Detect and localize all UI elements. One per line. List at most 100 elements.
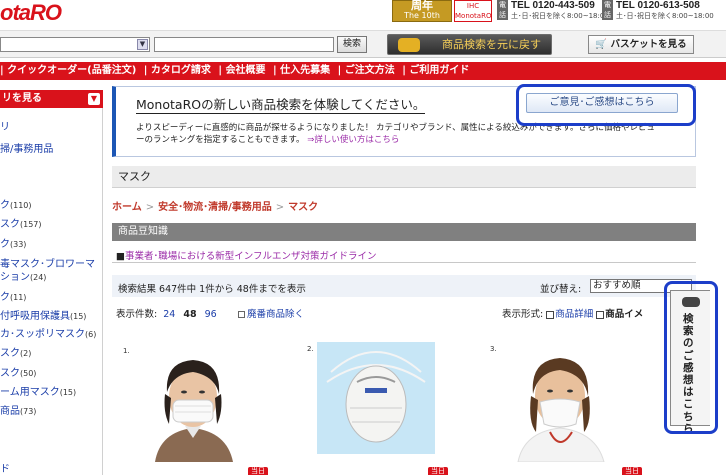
sidebar-item-count: (50) xyxy=(20,369,37,378)
revert-search-label: 商品検索を元に戻す xyxy=(442,38,541,51)
sidebar-item[interactable]: スク(50) xyxy=(0,364,36,379)
site-logo[interactable]: otaRO xyxy=(0,0,62,28)
chevron-down-icon[interactable]: ▼ xyxy=(88,93,100,105)
per-page-label: 表示件数: xyxy=(116,309,158,320)
same-day-badge: 当日 xyxy=(428,467,448,475)
nav-item-suppliers[interactable]: | 仕入先募集 xyxy=(273,65,330,76)
checkbox-icon[interactable] xyxy=(238,311,245,318)
sidebar-item-count: (15) xyxy=(70,312,87,321)
sidebar-item[interactable]: 商品(73) xyxy=(0,402,36,417)
bullet-square-icon: ■ xyxy=(116,251,125,262)
sidebar-item-label: ション xyxy=(0,272,30,283)
sidebar-item-label: ーム用マスク xyxy=(0,387,60,398)
product-image-1[interactable] xyxy=(135,342,253,462)
sidebar-header[interactable]: リを見る ▼ xyxy=(0,90,103,108)
nav-item-quick-order[interactable]: | クイックオーダー(品番注文) xyxy=(0,65,136,76)
badge-top: IHC xyxy=(466,2,480,10)
promo-title: MonotaROの新しい商品検索を体験してください。 xyxy=(136,94,426,114)
sidebar-item[interactable]: 付呼吸用保護具(15) xyxy=(0,307,86,322)
chevron-down-icon[interactable]: ▼ xyxy=(137,39,148,50)
format-image-label: 商品イメ xyxy=(605,309,644,320)
phone-number: TEL 0120-613-508 xyxy=(616,0,700,11)
nav-item-guide[interactable]: | ご利用ガイド xyxy=(402,65,469,76)
sidebar-item-label: スク xyxy=(0,368,20,379)
anniversary-title: 周年 xyxy=(411,0,433,12)
highlight-frame xyxy=(664,281,718,434)
phone-contact-1: 電話 TEL 0120-443-509 土･日･祝日を除く8:00~18:00 xyxy=(497,0,609,22)
dust-mask-image xyxy=(317,342,435,454)
per-page-96[interactable]: 96 xyxy=(205,309,217,320)
display-format-label: 表示形式: xyxy=(502,309,544,320)
revert-search-button[interactable]: 商品検索を元に戻す xyxy=(387,34,552,55)
sidebar-item[interactable]: ク(11) xyxy=(0,288,26,303)
product-image-3[interactable] xyxy=(500,342,622,462)
search-button[interactable]: 検索 xyxy=(337,36,367,53)
how-to-use-link[interactable]: ⇒詳しい使い方はこちら xyxy=(307,135,399,145)
sidebar-item[interactable]: ーム用マスク(15) xyxy=(0,383,76,398)
sort-label: 並び替え: xyxy=(540,284,582,295)
person-mask-image xyxy=(135,342,253,462)
sidebar-item-count: (24) xyxy=(30,273,47,282)
sidebar-item-count: (15) xyxy=(59,388,77,397)
divider xyxy=(112,262,696,263)
chevron-right-icon: > xyxy=(145,202,155,213)
nav-item-company[interactable]: | 会社概要 xyxy=(218,65,265,76)
format-detail-link[interactable]: 商品詳細 xyxy=(555,309,593,320)
sidebar-item[interactable]: スク(2) xyxy=(0,344,31,359)
sidebar-item[interactable]: カ･スッポリマスク(6) xyxy=(0,325,96,340)
nav-item-order-method[interactable]: | ご注文方法 xyxy=(338,65,395,76)
sidebar-item-label: リ xyxy=(0,122,10,133)
sidebar-item-label: スク xyxy=(0,348,20,359)
phone-number: TEL 0120-443-509 xyxy=(511,0,595,11)
sidebar-item-label: ク xyxy=(0,239,10,250)
sidebar-item-label: 付呼吸用保護具 xyxy=(0,311,70,322)
breadcrumb-home[interactable]: ホーム xyxy=(112,202,142,213)
sidebar-item[interactable]: ド xyxy=(0,460,10,475)
person-mask-image xyxy=(500,342,622,462)
sidebar-item[interactable]: 掃/事務用品 xyxy=(0,140,53,155)
nav-item-catalog[interactable]: | カタログ請求 xyxy=(144,65,211,76)
chevron-right-icon: > xyxy=(275,202,285,213)
breadcrumb-category[interactable]: 安全･物流･清掃/事務用品 xyxy=(158,202,272,213)
sidebar-item[interactable]: スク(157) xyxy=(0,215,42,230)
sidebar-item-label: カ･スッポリマスク xyxy=(0,329,85,340)
knowledge-item: ■事業者･職場における新型インフルエンザ対策ガイドライン xyxy=(116,248,376,262)
sidebar-item-count: (33) xyxy=(10,240,27,249)
exclude-discontinued-label: 廃番商品除く xyxy=(247,309,305,320)
phone-contact-2: 電話 TEL 0120-613-508 土･日･祝日を除く8:00~18:00 xyxy=(602,0,714,22)
cart-icon: 🛒 xyxy=(595,39,608,50)
sidebar-item[interactable]: ク(33) xyxy=(0,235,26,250)
breadcrumb: ホーム > 安全･物流･清掃/事務用品 > マスク xyxy=(112,198,318,213)
phone-hours: 土･日･祝日を除く8:00~18:00 xyxy=(616,12,714,20)
sidebar-item-count: (110) xyxy=(10,201,32,210)
exclude-discontinued-toggle[interactable]: 廃番商品除く xyxy=(238,306,304,320)
grid-view-icon xyxy=(596,310,605,319)
sidebar-item-count: (6) xyxy=(85,330,97,339)
guideline-link[interactable]: 事業者･職場における新型インフルエンザ対策ガイドライン xyxy=(125,251,376,262)
product-number: 3. xyxy=(490,345,497,353)
sidebar-item-label: スク xyxy=(0,219,20,230)
anniversary-subtitle: The 10th Anniversary xyxy=(398,11,446,30)
sidebar-item[interactable]: リ xyxy=(0,118,10,133)
sidebar-header-label: リを見る xyxy=(2,93,42,104)
breadcrumb-current: マスク xyxy=(288,202,319,213)
category-title: マスク xyxy=(112,166,696,188)
per-page-24[interactable]: 24 xyxy=(163,309,175,320)
view-basket-button[interactable]: 🛒 バスケットを見る xyxy=(588,35,694,54)
per-page-48: 48 xyxy=(183,309,197,320)
monotaro-site-badge[interactable]: IHC MonotaRO xyxy=(454,0,492,22)
search-input[interactable] xyxy=(154,37,334,52)
product-image-2[interactable] xyxy=(317,342,435,454)
product-number: 1. xyxy=(123,347,130,355)
sidebar-item-label: 商品 xyxy=(0,406,20,417)
same-day-badge: 当日 xyxy=(248,467,268,475)
anniversary-badge[interactable]: 周年 The 10th Anniversary xyxy=(392,0,452,30)
sidebar-item[interactable]: ク(110) xyxy=(0,196,32,211)
sidebar-item-label: ク xyxy=(0,292,10,303)
view-basket-label: バスケットを見る xyxy=(610,39,687,50)
category-select[interactable]: ▼ xyxy=(0,37,150,52)
badge-mid: MonotaRO xyxy=(455,12,492,20)
promo-body-line2: ーのランキングを指定することもできます。 xyxy=(136,135,305,145)
binoculars-icon xyxy=(398,38,420,52)
sidebar-item[interactable]: ション(24) xyxy=(0,268,46,283)
